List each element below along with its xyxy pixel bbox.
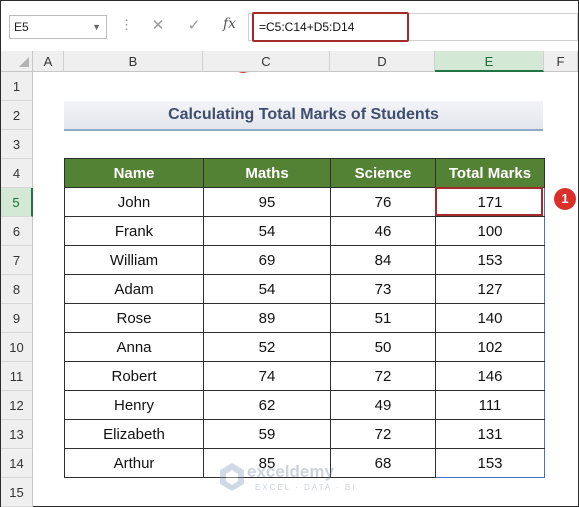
header-total-marks[interactable]: Total Marks — [435, 158, 545, 188]
cell-total-marks[interactable]: 153 — [435, 448, 545, 478]
cell-total-marks[interactable]: 102 — [435, 332, 545, 362]
row-header-2[interactable]: 2 — [1, 101, 33, 130]
fx-label: fx — [223, 16, 237, 32]
watermark-name: exceldemy — [247, 462, 334, 481]
cell-name[interactable]: John — [64, 187, 204, 217]
row-header-6[interactable]: 6 — [1, 217, 33, 246]
enter-icon[interactable]: ✓ — [184, 16, 204, 34]
more-icon: ⋮ — [120, 17, 133, 32]
cell-science[interactable]: 49 — [330, 390, 436, 420]
table-row: Anna 52 50 102 — [64, 332, 545, 362]
cell-name[interactable]: Arthur — [64, 448, 204, 478]
header-name[interactable]: Name — [64, 158, 204, 188]
cell-total-marks[interactable]: 131 — [435, 419, 545, 449]
cell-science[interactable]: 84 — [330, 245, 436, 275]
row-header-12[interactable]: 12 — [1, 391, 33, 420]
cell-total-marks[interactable]: 140 — [435, 303, 545, 333]
cell-name[interactable]: Adam — [64, 274, 204, 304]
name-box-value: E5 — [14, 20, 29, 34]
row-header-4[interactable]: 4 — [1, 159, 33, 188]
name-box[interactable]: E5 ▼ — [9, 15, 107, 39]
row-header-8[interactable]: 8 — [1, 275, 33, 304]
row-header-3[interactable]: 3 — [1, 130, 33, 159]
spreadsheet-window: E5 ▼ ⋮ ✕ ✓ fx =C5:C14+D5:D14 2 A B C D E… — [0, 0, 579, 507]
cell-total-marks[interactable]: 111 — [435, 390, 545, 420]
table-row: Rose 89 51 140 — [64, 303, 545, 333]
table-row: Frank 54 46 100 — [64, 216, 545, 246]
table-row: Robert 74 72 146 — [64, 361, 545, 391]
sheet-title[interactable]: Calculating Total Marks of Students — [64, 101, 543, 131]
table-row: Elizabeth 59 72 131 — [64, 419, 545, 449]
select-all-triangle-icon — [19, 57, 29, 67]
header-science[interactable]: Science — [330, 158, 436, 188]
formula-bar: E5 ▼ ⋮ ✕ ✓ fx =C5:C14+D5:D14 — [1, 1, 578, 52]
row-header-7[interactable]: 7 — [1, 246, 33, 275]
cell-maths[interactable]: 59 — [203, 419, 331, 449]
table-header-row: Name Maths Science Total Marks — [64, 158, 545, 188]
active-cell-highlight — [435, 187, 543, 216]
cell-name[interactable]: Robert — [64, 361, 204, 391]
cell-maths[interactable]: 54 — [203, 274, 331, 304]
cancel-icon[interactable]: ✕ — [148, 16, 168, 34]
column-header-d[interactable]: D — [330, 51, 435, 72]
cell-science[interactable]: 72 — [330, 361, 436, 391]
row-header-15[interactable]: 15 — [1, 478, 33, 507]
cell-total-marks[interactable]: 146 — [435, 361, 545, 391]
step-badge-1: 1 — [554, 188, 576, 210]
exceldemy-logo-icon — [220, 463, 244, 491]
cell-total-marks[interactable]: 127 — [435, 274, 545, 304]
column-header-f[interactable]: F — [544, 51, 578, 72]
column-header-e[interactable]: E — [435, 51, 544, 72]
column-header-c[interactable]: C — [203, 51, 330, 72]
column-header-b[interactable]: B — [64, 51, 203, 72]
cell-name[interactable]: Elizabeth — [64, 419, 204, 449]
formula-highlight-box — [252, 12, 409, 42]
row-header-13[interactable]: 13 — [1, 420, 33, 449]
row-header-9[interactable]: 9 — [1, 304, 33, 333]
cell-science[interactable]: 73 — [330, 274, 436, 304]
row-header-1[interactable]: 1 — [1, 72, 33, 101]
row-header-14[interactable]: 14 — [1, 449, 33, 478]
header-maths[interactable]: Maths — [203, 158, 331, 188]
cell-maths[interactable]: 69 — [203, 245, 331, 275]
cell-maths[interactable]: 52 — [203, 332, 331, 362]
cell-total-marks[interactable]: 100 — [435, 216, 545, 246]
watermark: exceldemy EXCEL · DATA · BI — [219, 462, 369, 498]
row-header-10[interactable]: 10 — [1, 333, 33, 362]
cell-science[interactable]: 76 — [330, 187, 436, 217]
cell-science[interactable]: 46 — [330, 216, 436, 246]
cell-maths[interactable]: 62 — [203, 390, 331, 420]
cell-maths[interactable]: 89 — [203, 303, 331, 333]
cell-name[interactable]: Rose — [64, 303, 204, 333]
cell-total-marks[interactable]: 153 — [435, 245, 545, 275]
table-row: Henry 62 49 111 — [64, 390, 545, 420]
table-row: William 69 84 153 — [64, 245, 545, 275]
cell-maths[interactable]: 95 — [203, 187, 331, 217]
row-header-11[interactable]: 11 — [1, 362, 33, 391]
watermark-tagline: EXCEL · DATA · BI — [255, 483, 357, 492]
row-header-5[interactable]: 5 — [1, 188, 33, 217]
cell-name[interactable]: William — [64, 245, 204, 275]
cell-maths[interactable]: 74 — [203, 361, 331, 391]
cell-name[interactable]: Henry — [64, 390, 204, 420]
insert-function-icon[interactable]: fx — [223, 16, 236, 32]
cell-science[interactable]: 51 — [330, 303, 436, 333]
column-header-a[interactable]: A — [33, 51, 64, 72]
cell-maths[interactable]: 54 — [203, 216, 331, 246]
cell-science[interactable]: 50 — [330, 332, 436, 362]
chevron-down-icon[interactable]: ▼ — [92, 16, 101, 38]
table-row: Adam 54 73 127 — [64, 274, 545, 304]
cell-name[interactable]: Frank — [64, 216, 204, 246]
cell-science[interactable]: 72 — [330, 419, 436, 449]
cell-name[interactable]: Anna — [64, 332, 204, 362]
